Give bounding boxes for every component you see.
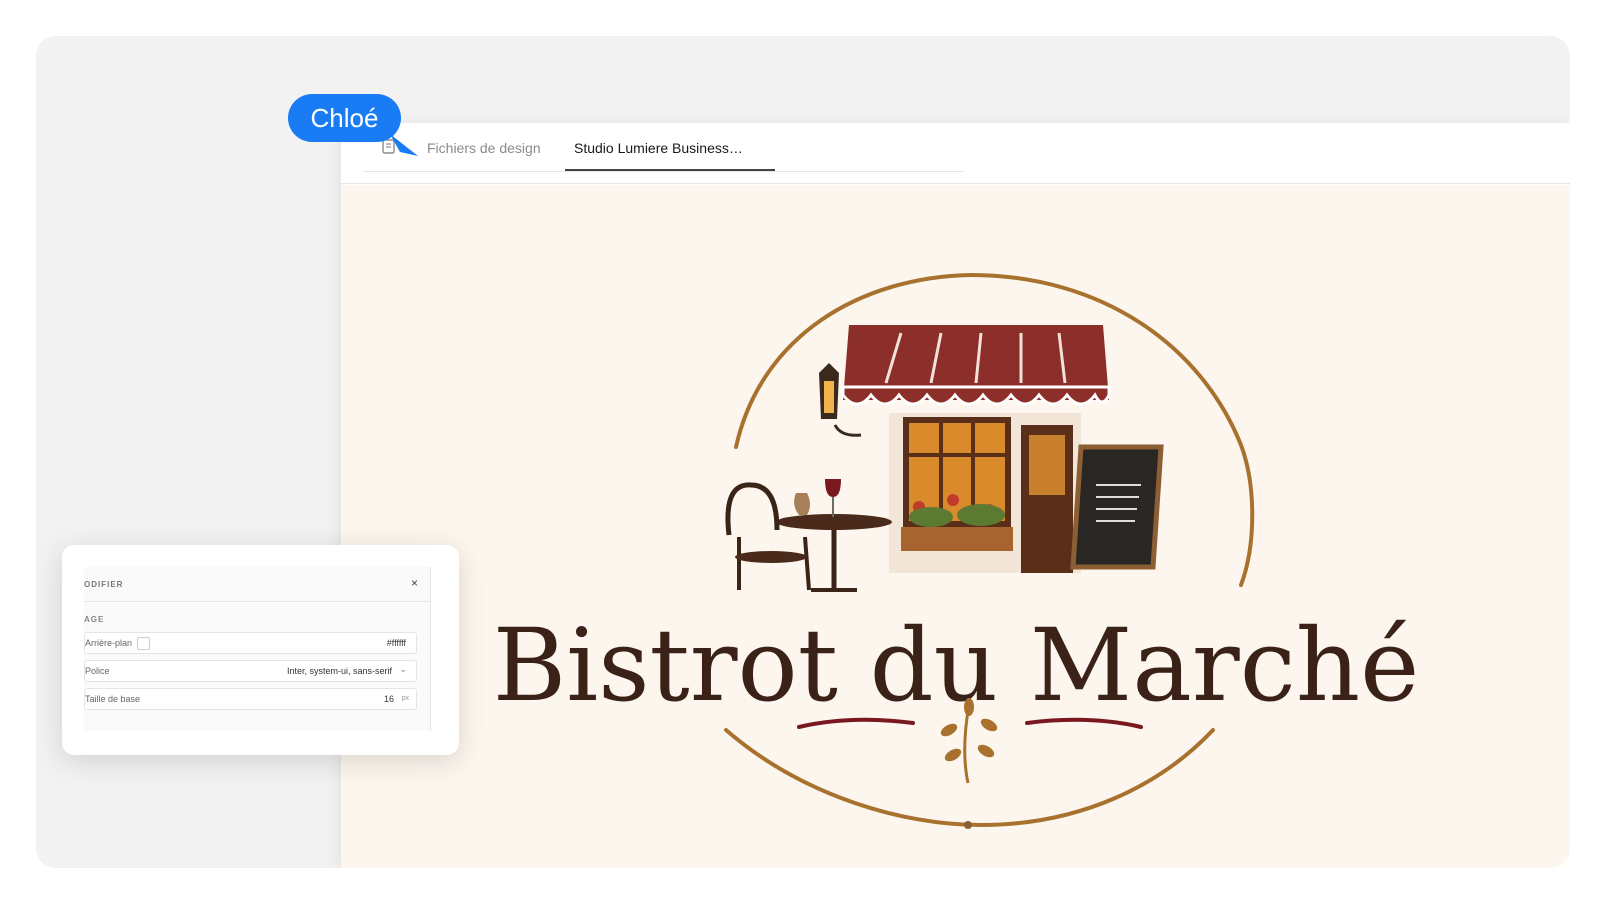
background-color-swatch[interactable] <box>137 637 150 650</box>
base-size-input[interactable]: 16 <box>384 694 394 704</box>
base-size-row[interactable]: Taille de base 16 px <box>84 688 417 710</box>
background-row[interactable]: Arrière-plan #ffffff <box>84 632 417 654</box>
base-size-unit: px <box>401 695 409 702</box>
collaborator-cursor-label: Chloé <box>288 94 401 142</box>
font-select[interactable]: Inter, system-ui, sans-serif <box>287 666 392 676</box>
cursor-pointer-icon <box>390 134 418 156</box>
panel-title: ODIFIER <box>84 580 124 589</box>
bistrot-logo-image: Bistrot du Marché <box>493 272 1420 829</box>
chevron-down-icon[interactable]: ⌄ <box>399 664 407 675</box>
properties-panel-card: ODIFIER × AGE Arrière-plan #ffffff Polic… <box>62 545 459 755</box>
font-row[interactable]: Police Inter, system-ui, sans-serif ⌄ <box>84 660 417 682</box>
design-app: Fichiers de design Studio Lumiere Busine… <box>341 123 1570 868</box>
properties-panel: ODIFIER × AGE Arrière-plan #ffffff Polic… <box>84 567 431 731</box>
background-label: Arrière-plan <box>85 638 133 648</box>
section-label: AGE <box>84 615 105 624</box>
close-icon[interactable]: × <box>411 576 418 590</box>
background-value[interactable]: #ffffff <box>387 638 406 648</box>
logo-title: Bistrot du Marché <box>493 607 1420 724</box>
tab-strip: Fichiers de design Studio Lumiere Busine… <box>363 123 963 172</box>
tab-bar: Fichiers de design Studio Lumiere Busine… <box>341 123 1570 184</box>
font-label: Police <box>85 666 110 676</box>
design-canvas[interactable]: Bistrot du Marché <box>341 185 1570 868</box>
tab-studio-lumiere[interactable]: Studio Lumiere Business… <box>565 123 775 171</box>
base-size-label: Taille de base <box>85 694 141 704</box>
tab-design-files[interactable]: Fichiers de design <box>427 123 541 171</box>
panel-header: ODIFIER × <box>84 567 430 602</box>
